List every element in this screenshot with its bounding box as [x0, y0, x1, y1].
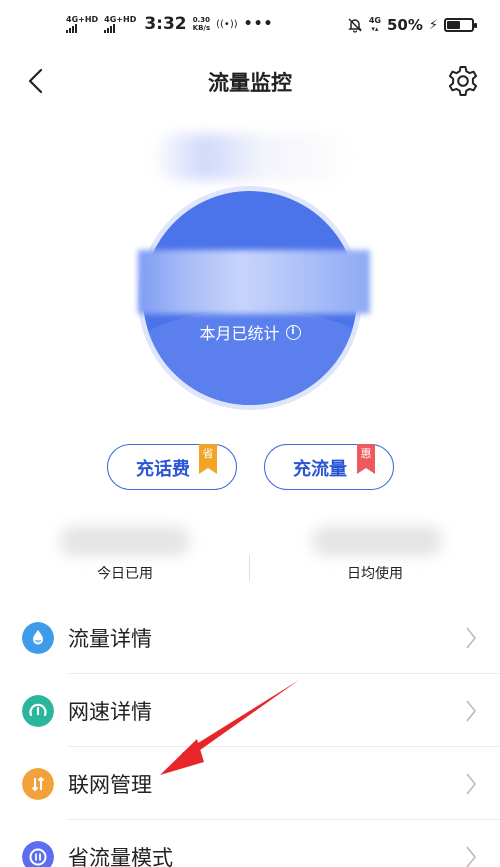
- list-item-label: 联网管理: [68, 773, 152, 797]
- list-item-label: 流量详情: [68, 627, 152, 651]
- network-speed: 0.30 KB/s: [193, 16, 210, 32]
- redacted-usage-value: [138, 250, 370, 314]
- hotspot-icon: ((•)): [216, 18, 238, 30]
- redacted-daily-avg-value: [312, 526, 442, 556]
- recharge-data-label: 充流量: [293, 459, 347, 480]
- list-item-traffic-details[interactable]: 流量详情: [0, 601, 500, 675]
- save-data-icon: [22, 841, 54, 867]
- redacted-phone-number: [156, 134, 352, 180]
- settings-gear-icon[interactable]: [446, 64, 480, 98]
- battery-icon: [444, 18, 477, 32]
- network-speed-unit: KB/s: [192, 24, 211, 32]
- today-used-label: 今日已用: [97, 566, 153, 582]
- sim2-network-type: 4G+HD: [104, 15, 137, 24]
- sim2-signal-icon: 4G+HD: [104, 15, 136, 33]
- top-nav: 流量监控: [0, 54, 500, 110]
- mobile-data-icon: 4G ▾▴: [368, 16, 381, 33]
- list-item-network-management[interactable]: 联网管理: [0, 747, 500, 821]
- more-notifications-icon: •••: [243, 16, 274, 32]
- discount-badge: 惠: [357, 444, 375, 474]
- clock: 3:32: [144, 14, 187, 34]
- chevron-right-icon: [466, 627, 477, 649]
- recharge-call-label: 充话费: [136, 459, 190, 480]
- month-counted-label: 本月已统计: [199, 324, 280, 343]
- sim1-signal-icon: 4G+HD: [66, 15, 98, 33]
- mobile-data-type: 4G: [368, 16, 381, 25]
- network-speed-value: 0.30: [192, 16, 211, 24]
- chevron-right-icon: [466, 700, 477, 722]
- list-item-label: 网速详情: [68, 700, 152, 724]
- recharge-data-button[interactable]: 充流量 惠: [264, 444, 394, 490]
- speedometer-icon: [22, 695, 54, 727]
- chevron-right-icon: [466, 846, 477, 867]
- info-icon[interactable]: i: [285, 324, 301, 340]
- list-item-speed-details[interactable]: 网速详情: [0, 674, 500, 748]
- daily-average-label: 日均使用: [347, 566, 403, 582]
- water-drop-icon: [22, 622, 54, 654]
- list-item-label: 省流量模式: [68, 846, 173, 867]
- page-title: 流量监控: [208, 71, 292, 95]
- sim1-network-type: 4G+HD: [66, 15, 99, 24]
- transfer-arrows-icon: [22, 768, 54, 800]
- chevron-right-icon: [466, 773, 477, 795]
- usage-circle-caption: 本月已统计 i: [143, 320, 357, 344]
- charging-icon: ⚡: [428, 17, 438, 33]
- recharge-call-button[interactable]: 充话费 省: [107, 444, 237, 490]
- redacted-today-value: [60, 526, 190, 556]
- save-badge: 省: [199, 444, 217, 474]
- mute-bell-icon: [348, 18, 362, 33]
- list-item-data-saver-mode[interactable]: 省流量模式: [0, 820, 500, 867]
- status-bar: 4G+HD 4G+HD 3:32 0.30 KB/s ((•)) ••• 4G …: [0, 0, 500, 54]
- battery-percent: 50%: [386, 16, 423, 34]
- stats-divider: [249, 555, 250, 581]
